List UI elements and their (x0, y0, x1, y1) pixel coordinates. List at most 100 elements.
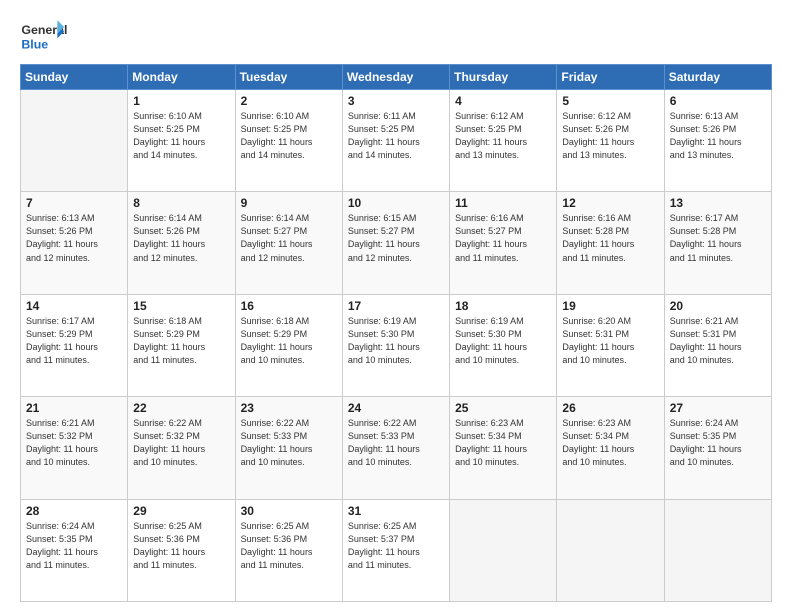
day-info: Sunrise: 6:10 AMSunset: 5:25 PMDaylight:… (241, 110, 337, 162)
day-info: Sunrise: 6:14 AMSunset: 5:26 PMDaylight:… (133, 212, 229, 264)
calendar-cell: 11 Sunrise: 6:16 AMSunset: 5:27 PMDayligh… (450, 192, 557, 294)
day-number: 22 (133, 401, 229, 415)
day-number: 6 (670, 94, 766, 108)
calendar-cell: 4Sunrise: 6:12 AMSunset: 5:25 PMDaylight… (450, 90, 557, 192)
calendar-cell: 5 Sunrise: 6:12 AMSunset: 5:26 PMDaylight… (557, 90, 664, 192)
day-info: Sunrise: 6:21 AMSunset: 5:32 PMDaylight:… (26, 417, 122, 469)
calendar-cell: 29 Sunrise: 6:25 AMSunset: 5:36 PMDayligh… (128, 499, 235, 601)
day-number: 14 (26, 299, 122, 313)
day-info: Sunrise: 6:16 AMSunset: 5:28 PMDaylight:… (562, 212, 658, 264)
day-number: 15 (133, 299, 229, 313)
day-number: 20 (670, 299, 766, 313)
logo: General Blue (20, 18, 70, 54)
calendar-week-3: 14 Sunrise: 6:17 AMSunset: 5:29 PMDayligh… (21, 294, 772, 396)
day-info: Sunrise: 6:22 AMSunset: 5:33 PMDaylight:… (348, 417, 444, 469)
header: General Blue (20, 18, 772, 54)
day-number: 10 (348, 196, 444, 210)
day-number: 30 (241, 504, 337, 518)
day-info: Sunrise: 6:23 AMSunset: 5:34 PMDaylight:… (455, 417, 551, 469)
day-number: 12 (562, 196, 658, 210)
calendar-cell: 13Sunrise: 6:17 AMSunset: 5:28 PMDayligh… (664, 192, 771, 294)
calendar-cell: 10 Sunrise: 6:15 AMSunset: 5:27 PMDayligh… (342, 192, 449, 294)
day-info: Sunrise: 6:21 AMSunset: 5:31 PMDaylight:… (670, 315, 766, 367)
day-info: Sunrise: 6:25 AMSunset: 5:36 PMDaylight:… (241, 520, 337, 572)
day-info: Sunrise: 6:12 AMSunset: 5:26 PMDaylight:… (562, 110, 658, 162)
calendar-cell: 2Sunrise: 6:10 AMSunset: 5:25 PMDaylight… (235, 90, 342, 192)
calendar-cell: 25Sunrise: 6:23 AMSunset: 5:34 PMDayligh… (450, 397, 557, 499)
day-number: 23 (241, 401, 337, 415)
calendar-week-4: 21 Sunrise: 6:21 AMSunset: 5:32 PMDayligh… (21, 397, 772, 499)
calendar-cell (557, 499, 664, 601)
day-number: 11 (455, 196, 551, 210)
day-number: 16 (241, 299, 337, 313)
weekday-header-monday: Monday (128, 65, 235, 90)
calendar-cell: 17 Sunrise: 6:19 AMSunset: 5:30 PMDayligh… (342, 294, 449, 396)
day-info: Sunrise: 6:23 AMSunset: 5:34 PMDaylight:… (562, 417, 658, 469)
day-info: Sunrise: 6:17 AMSunset: 5:29 PMDaylight:… (26, 315, 122, 367)
day-number: 28 (26, 504, 122, 518)
day-info: Sunrise: 6:24 AMSunset: 5:35 PMDaylight:… (670, 417, 766, 469)
calendar-week-1: 1Sunrise: 6:10 AMSunset: 5:25 PMDaylight… (21, 90, 772, 192)
weekday-header-wednesday: Wednesday (342, 65, 449, 90)
weekday-header-row: SundayMondayTuesdayWednesdayThursdayFrid… (21, 65, 772, 90)
day-info: Sunrise: 6:20 AMSunset: 5:31 PMDaylight:… (562, 315, 658, 367)
day-info: Sunrise: 6:24 AMSunset: 5:35 PMDaylight:… (26, 520, 122, 572)
day-number: 17 (348, 299, 444, 313)
svg-text:Blue: Blue (21, 37, 48, 51)
day-number: 24 (348, 401, 444, 415)
weekday-header-thursday: Thursday (450, 65, 557, 90)
calendar-cell: 28 Sunrise: 6:24 AMSunset: 5:35 PMDayligh… (21, 499, 128, 601)
day-info: Sunrise: 6:15 AMSunset: 5:27 PMDaylight:… (348, 212, 444, 264)
logo-icon: General Blue (20, 18, 70, 54)
day-info: Sunrise: 6:13 AMSunset: 5:26 PMDaylight:… (670, 110, 766, 162)
day-number: 4 (455, 94, 551, 108)
calendar-cell: 9 Sunrise: 6:14 AMSunset: 5:27 PMDaylight… (235, 192, 342, 294)
calendar-cell: 7 Sunrise: 6:13 AMSunset: 5:26 PMDaylight… (21, 192, 128, 294)
calendar-cell: 20 Sunrise: 6:21 AMSunset: 5:31 PMDayligh… (664, 294, 771, 396)
calendar-cell: 8 Sunrise: 6:14 AMSunset: 5:26 PMDaylight… (128, 192, 235, 294)
day-info: Sunrise: 6:22 AMSunset: 5:32 PMDaylight:… (133, 417, 229, 469)
day-info: Sunrise: 6:16 AMSunset: 5:27 PMDaylight:… (455, 212, 551, 264)
day-number: 7 (26, 196, 122, 210)
weekday-header-sunday: Sunday (21, 65, 128, 90)
day-info: Sunrise: 6:19 AMSunset: 5:30 PMDaylight:… (455, 315, 551, 367)
calendar-cell: 19 Sunrise: 6:20 AMSunset: 5:31 PMDayligh… (557, 294, 664, 396)
day-info: Sunrise: 6:22 AMSunset: 5:33 PMDaylight:… (241, 417, 337, 469)
calendar-cell (450, 499, 557, 601)
calendar-cell: 14 Sunrise: 6:17 AMSunset: 5:29 PMDayligh… (21, 294, 128, 396)
day-info: Sunrise: 6:13 AMSunset: 5:26 PMDaylight:… (26, 212, 122, 264)
day-info: Sunrise: 6:25 AMSunset: 5:37 PMDaylight:… (348, 520, 444, 572)
day-number: 13 (670, 196, 766, 210)
day-info: Sunrise: 6:10 AMSunset: 5:25 PMDaylight:… (133, 110, 229, 162)
day-number: 31 (348, 504, 444, 518)
calendar-cell: 12 Sunrise: 6:16 AMSunset: 5:28 PMDayligh… (557, 192, 664, 294)
weekday-header-friday: Friday (557, 65, 664, 90)
day-number: 29 (133, 504, 229, 518)
weekday-header-saturday: Saturday (664, 65, 771, 90)
calendar-cell: 18Sunrise: 6:19 AMSunset: 5:30 PMDayligh… (450, 294, 557, 396)
calendar-cell: 15Sunrise: 6:18 AMSunset: 5:29 PMDayligh… (128, 294, 235, 396)
calendar-cell: 23 Sunrise: 6:22 AMSunset: 5:33 PMDayligh… (235, 397, 342, 499)
day-number: 19 (562, 299, 658, 313)
day-info: Sunrise: 6:18 AMSunset: 5:29 PMDaylight:… (241, 315, 337, 367)
day-number: 5 (562, 94, 658, 108)
calendar-cell: 31 Sunrise: 6:25 AMSunset: 5:37 PMDayligh… (342, 499, 449, 601)
day-number: 3 (348, 94, 444, 108)
day-number: 21 (26, 401, 122, 415)
calendar-cell: 6 Sunrise: 6:13 AMSunset: 5:26 PMDaylight… (664, 90, 771, 192)
day-number: 8 (133, 196, 229, 210)
day-info: Sunrise: 6:14 AMSunset: 5:27 PMDaylight:… (241, 212, 337, 264)
day-info: Sunrise: 6:11 AMSunset: 5:25 PMDaylight:… (348, 110, 444, 162)
calendar-cell: 26Sunrise: 6:23 AMSunset: 5:34 PMDayligh… (557, 397, 664, 499)
day-info: Sunrise: 6:25 AMSunset: 5:36 PMDaylight:… (133, 520, 229, 572)
calendar-cell: 22 Sunrise: 6:22 AMSunset: 5:32 PMDayligh… (128, 397, 235, 499)
calendar-cell: 16 Sunrise: 6:18 AMSunset: 5:29 PMDayligh… (235, 294, 342, 396)
calendar-cell: 21 Sunrise: 6:21 AMSunset: 5:32 PMDayligh… (21, 397, 128, 499)
calendar-week-2: 7 Sunrise: 6:13 AMSunset: 5:26 PMDaylight… (21, 192, 772, 294)
day-info: Sunrise: 6:19 AMSunset: 5:30 PMDaylight:… (348, 315, 444, 367)
day-number: 9 (241, 196, 337, 210)
calendar-cell: 1Sunrise: 6:10 AMSunset: 5:25 PMDaylight… (128, 90, 235, 192)
calendar-table: SundayMondayTuesdayWednesdayThursdayFrid… (20, 64, 772, 602)
calendar-cell: 27Sunrise: 6:24 AMSunset: 5:35 PMDayligh… (664, 397, 771, 499)
calendar-cell (664, 499, 771, 601)
